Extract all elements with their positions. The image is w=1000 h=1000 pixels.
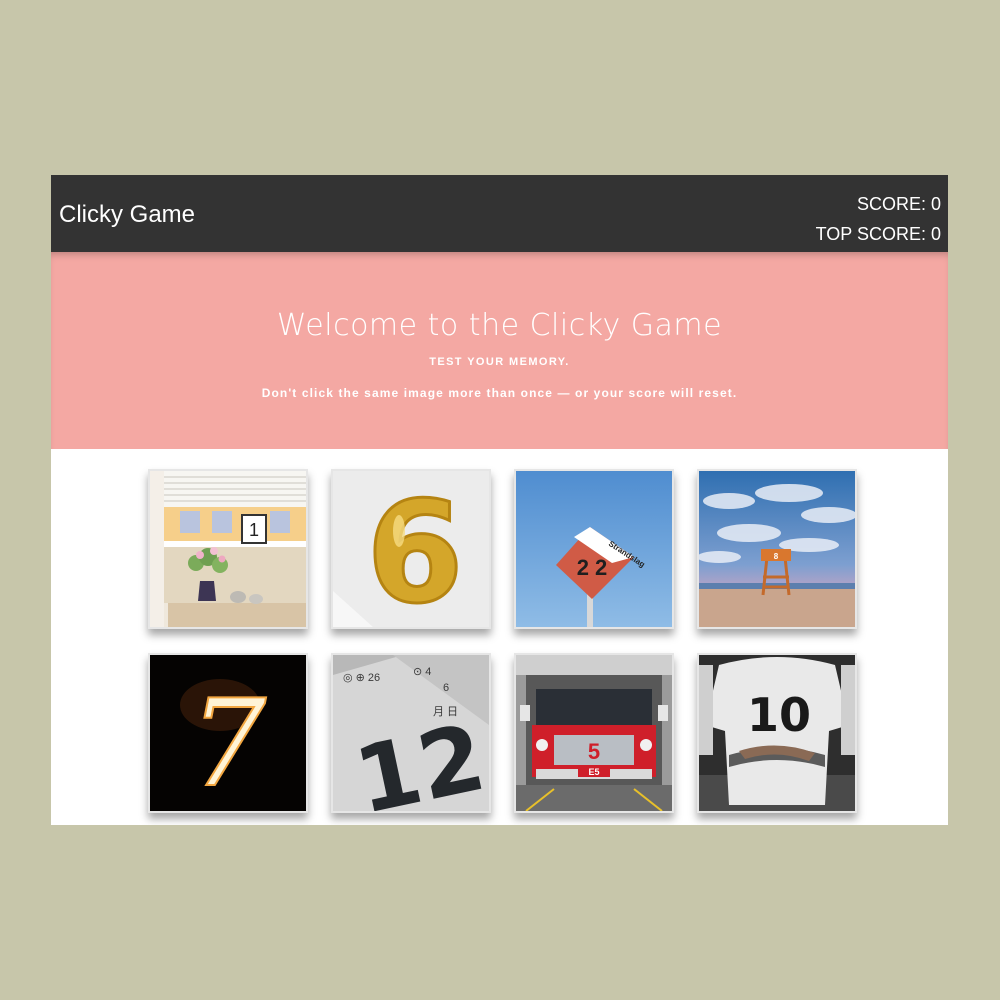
image-card-6[interactable]: ◎ ⊕ 26 ⊙ 4 6月 日 12	[331, 653, 491, 813]
card-4-number: 8	[774, 552, 779, 561]
app-container: Clicky Game SCORE: 0 TOP SCORE: 0 Welcom…	[51, 175, 948, 825]
navbar: Clicky Game SCORE: 0 TOP SCORE: 0	[51, 175, 948, 252]
image-card-2[interactable]: 6	[331, 469, 491, 629]
score-panel: SCORE: 0 TOP SCORE: 0	[816, 189, 941, 249]
card-7-plate: E5	[588, 767, 599, 777]
hero-banner: Welcome to the Clicky Game TEST YOUR MEM…	[51, 252, 948, 449]
score-label: SCORE:	[856, 194, 931, 214]
hero-tagline: TEST YOUR MEMORY.	[429, 356, 570, 368]
image-card-3[interactable]: Strandslag 2 2	[514, 469, 674, 629]
top-score-value: 0	[930, 224, 941, 244]
brand-title[interactable]: Clicky Game	[59, 201, 195, 229]
hero-title: Welcome to the Clicky Game	[276, 308, 723, 343]
top-score: TOP SCORE: 0	[816, 219, 941, 249]
image-card-8[interactable]: 10	[697, 653, 857, 813]
fire-truck-image: 5 E5	[516, 655, 672, 811]
lifeguard-tower-image: 8	[699, 471, 855, 627]
balloon-six-image: 6	[333, 471, 489, 627]
image-card-5[interactable]: 7	[148, 653, 308, 813]
top-score-label: TOP SCORE:	[815, 224, 931, 244]
image-card-4[interactable]: 8	[697, 469, 857, 629]
image-card-7[interactable]: 5 E5	[514, 653, 674, 813]
window-one-image: 1	[150, 471, 306, 627]
svg-text:⊙ 4: ⊙ 4	[413, 666, 431, 678]
card-1-number: 1	[249, 520, 259, 540]
current-score: SCORE: 0	[816, 189, 941, 219]
card-5-number: 7	[190, 675, 267, 811]
image-card-1[interactable]: 1	[148, 469, 308, 629]
hero-instructions: Don't click the same image more than onc…	[261, 386, 738, 400]
card-8-number: 10	[747, 688, 811, 742]
card-7-number: 5	[588, 739, 600, 764]
card-3-number: 2 2	[577, 555, 608, 580]
beach-post-image: Strandslag 2 2	[516, 471, 672, 627]
score-value: 0	[930, 194, 941, 214]
svg-text:6: 6	[443, 682, 449, 694]
jersey-ten-image: 10	[699, 655, 855, 811]
calendar-twelve-image: ◎ ⊕ 26 ⊙ 4 6月 日 12	[333, 655, 489, 811]
svg-text:◎ ⊕ 26: ◎ ⊕ 26	[343, 672, 380, 684]
sparkler-seven-image: 7	[150, 655, 306, 811]
card-2-number: 6	[366, 472, 463, 627]
